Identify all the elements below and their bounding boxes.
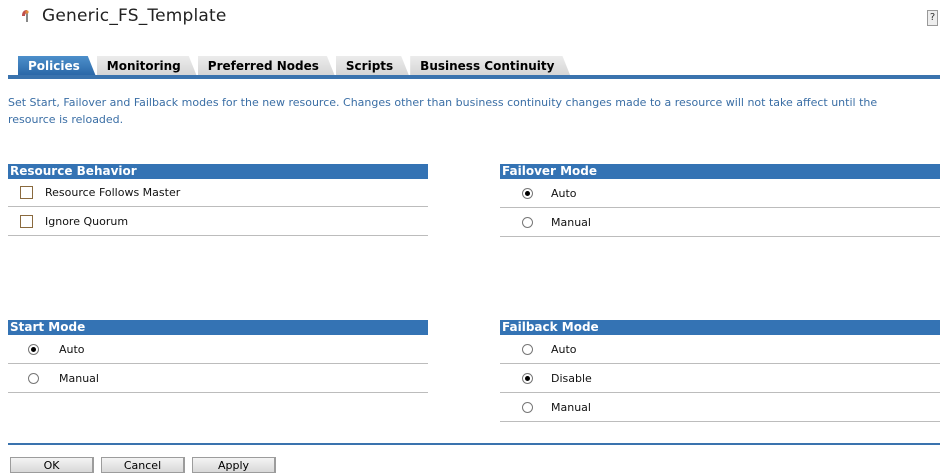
failover-manual-label: Manual (551, 215, 591, 229)
help-button[interactable]: ? (927, 10, 938, 26)
apply-button[interactable]: Apply (192, 457, 276, 473)
tab-preferred-nodes[interactable]: Preferred Nodes (198, 56, 335, 76)
failover-auto-row: Auto (500, 179, 940, 208)
button-bar: OK Cancel Apply (10, 457, 283, 473)
start-mode-section: Start Mode Auto Manual (8, 320, 428, 393)
tab-business-continuity[interactable]: Business Continuity (410, 56, 570, 76)
start-auto-row: Auto (8, 335, 428, 364)
page-title: Generic_FS_Template (42, 6, 227, 26)
failback-disable-row: Disable (500, 364, 940, 393)
start-manual-radio[interactable] (28, 372, 39, 384)
failback-manual-radio[interactable] (522, 401, 533, 413)
description-text: Set Start, Failover and Failback modes f… (8, 96, 878, 126)
ignore-quorum-checkbox[interactable] (20, 214, 33, 228)
tab-policies[interactable]: Policies (18, 56, 96, 76)
failback-auto-radio[interactable] (522, 343, 533, 355)
tab-monitoring[interactable]: Monitoring (97, 56, 197, 76)
resource-follows-master-label: Resource Follows Master (45, 186, 181, 199)
resource-icon (20, 8, 34, 24)
failover-manual-row: Manual (500, 208, 940, 237)
failback-disable-label: Disable (551, 371, 592, 385)
tab-underline (8, 75, 940, 79)
cancel-button[interactable]: Cancel (101, 457, 185, 473)
footer-divider (8, 443, 940, 445)
failover-mode-section: Failover Mode Auto Manual (500, 164, 940, 237)
start-auto-radio[interactable] (28, 343, 39, 355)
start-manual-label: Manual (59, 371, 99, 385)
resource-follows-master-row: Resource Follows Master (8, 179, 428, 207)
ignore-quorum-label: Ignore Quorum (45, 214, 129, 228)
failback-auto-row: Auto (500, 335, 940, 364)
failback-auto-label: Auto (551, 342, 577, 356)
failover-auto-label: Auto (551, 186, 577, 200)
ignore-quorum-row: Ignore Quorum (8, 207, 428, 236)
failback-manual-row: Manual (500, 393, 940, 422)
ok-button[interactable]: OK (10, 457, 94, 473)
failback-mode-header: Failback Mode (500, 320, 940, 335)
start-manual-row: Manual (8, 364, 428, 393)
failback-disable-radio[interactable] (522, 372, 533, 384)
failover-auto-radio[interactable] (522, 187, 533, 199)
start-auto-label: Auto (59, 342, 85, 356)
failback-mode-section: Failback Mode Auto Disable Manual (500, 320, 940, 422)
start-mode-header: Start Mode (8, 320, 428, 335)
failover-manual-radio[interactable] (522, 216, 533, 228)
resource-behavior-header: Resource Behavior (8, 164, 428, 179)
resource-behavior-section: Resource Behavior Resource Follows Maste… (8, 164, 428, 236)
failback-manual-label: Manual (551, 400, 591, 414)
tab-scripts[interactable]: Scripts (336, 56, 409, 76)
resource-follows-master-checkbox[interactable] (20, 186, 33, 199)
tab-bar: Policies Monitoring Preferred Nodes Scri… (18, 54, 571, 76)
window-title-bar: Generic_FS_Template (20, 5, 227, 27)
failover-mode-header: Failover Mode (500, 164, 940, 179)
